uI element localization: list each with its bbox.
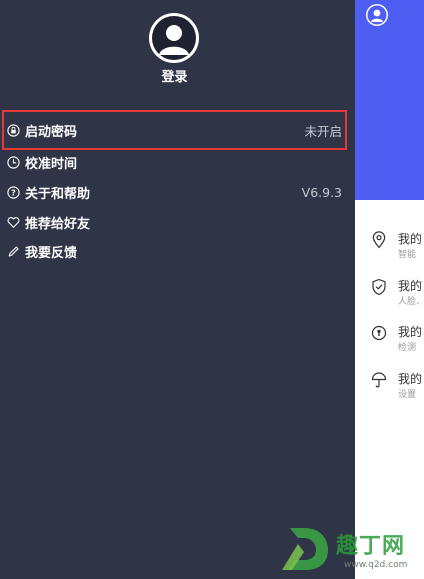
menu-item-label: 我要反馈 [25,245,78,261]
watermark: 趣丁网 www.q2d.com [280,520,424,579]
user-silhouette-icon [367,5,387,25]
feature-subtitle: 智能 [398,250,417,260]
highlight-box [2,110,347,150]
feature-title: 我的 [398,325,423,339]
feature-subtitle: 人脸、 [398,297,424,307]
navigation-drawer: 登录 启动密码 未开启 校准时间 ? 关于和帮助 V6.9.3 推荐给好友 我要… [0,0,355,579]
location-pin-icon [372,231,386,249]
login-button[interactable]: 登录 [0,66,349,85]
feature-item[interactable]: 我的 人脸、 [371,277,424,311]
feature-subtitle: 设置 [398,390,417,400]
feature-item[interactable]: 我的 检测 [371,323,424,357]
feature-item[interactable]: 我的 设置 [371,370,424,404]
feature-title: 我的 [398,232,423,246]
menu-item-label: 关于和帮助 [25,186,91,202]
menu-item-about-help[interactable]: ? 关于和帮助 V6.9.3 [6,180,342,204]
clock-icon [6,155,20,169]
watermark-logo-icon [282,528,328,570]
menu-item-feedback[interactable]: 我要反馈 [6,239,342,263]
menu-item-recommend-friends[interactable]: 推荐给好友 [6,210,342,234]
avatar[interactable] [149,13,199,63]
panel-avatar[interactable] [366,4,388,26]
feature-title: 我的 [398,372,423,386]
pencil-icon [6,244,20,258]
watermark-url: www.q2d.com [344,560,408,570]
feature-item[interactable]: 我的 智能 [371,230,424,264]
help-icon: ? [6,185,20,199]
menu-item-calibrate-time[interactable]: 校准时间 [6,150,342,174]
panel-header [355,0,424,200]
version-number: V6.9.3 [301,184,342,200]
main-panel: 我的 智能 我的 人脸、 我的 检测 我的 设置 [355,0,424,579]
svg-text:?: ? [11,188,16,197]
umbrella-icon [371,372,387,388]
menu-item-label: 推荐给好友 [25,216,91,232]
feature-subtitle: 检测 [398,343,417,353]
keyhole-icon [371,325,387,341]
shield-icon [372,278,386,296]
heart-icon [6,215,20,229]
user-silhouette-icon [152,16,196,60]
watermark-text: 趣丁网 [336,534,406,559]
feature-title: 我的 [398,279,423,293]
menu-item-label: 校准时间 [25,156,78,172]
